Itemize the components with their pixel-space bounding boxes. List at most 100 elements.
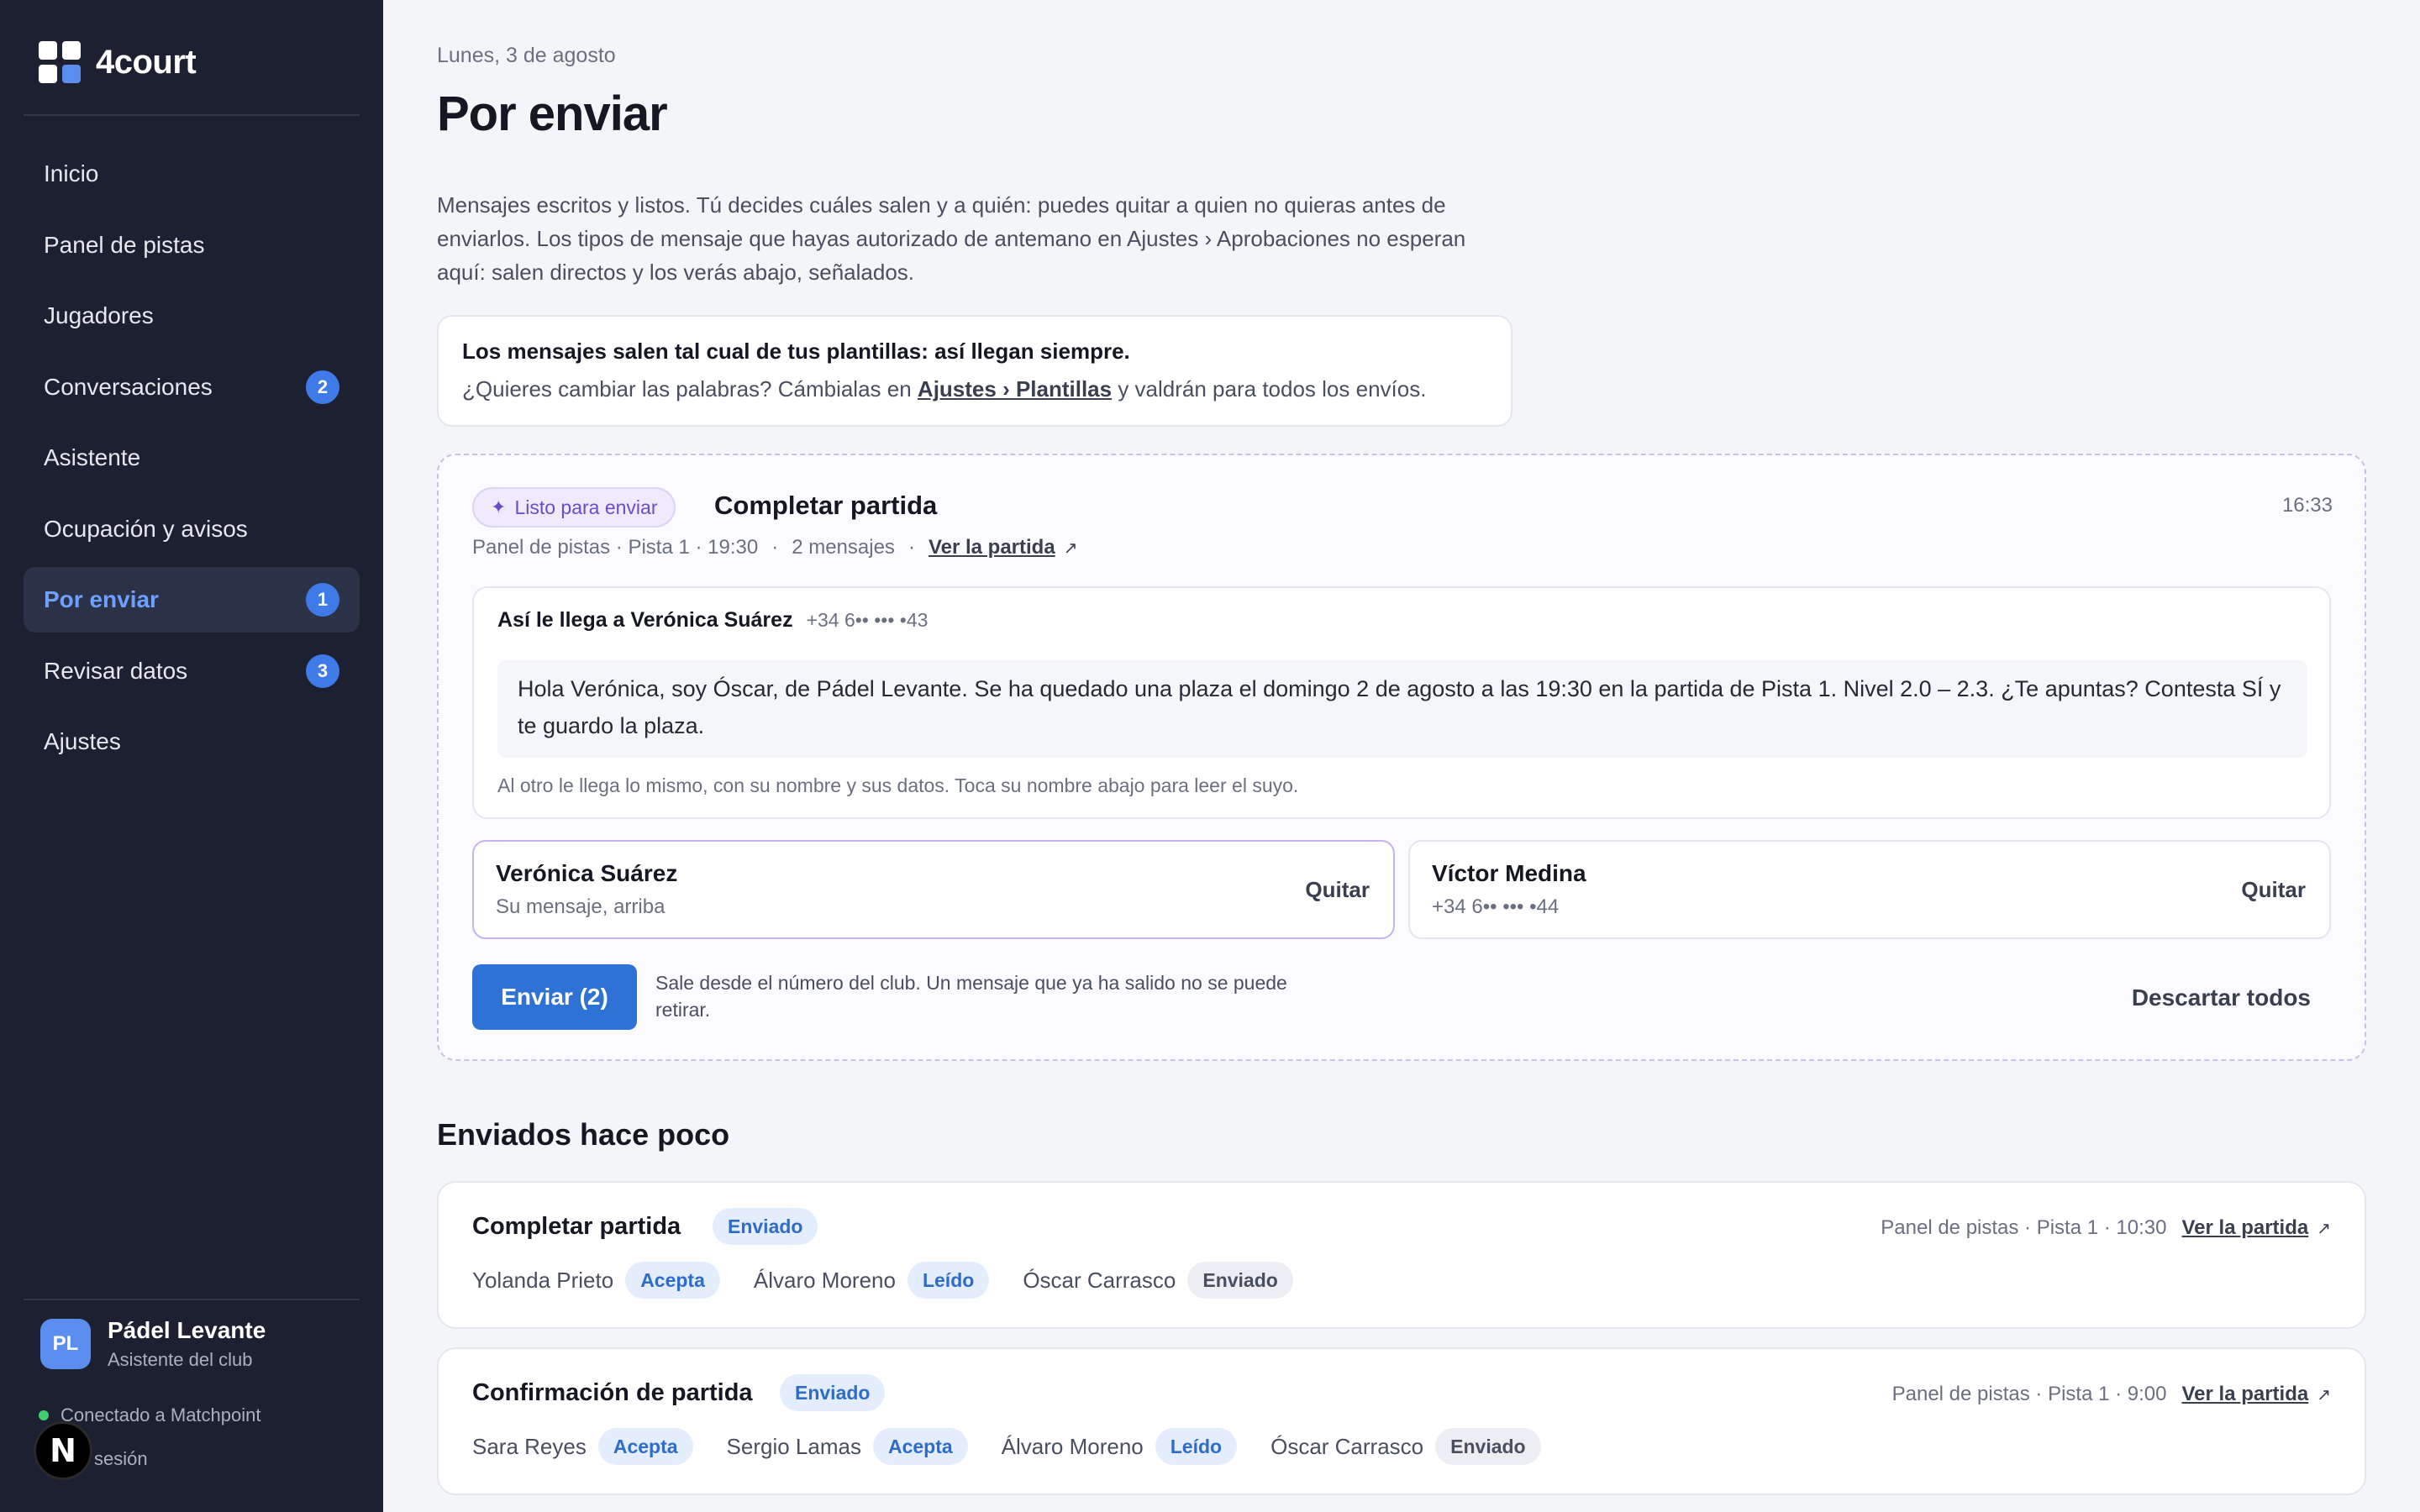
recipient-list: Sara Reyes Acepta Sergio Lamas Acepta Ál… (472, 1428, 1575, 1465)
status-badge: Acepta (597, 1428, 693, 1465)
send-note: Sale desde el número del club. Un mensaj… (655, 972, 1287, 1021)
sidebar: 4court Inicio Panel de pistas Jugadores … (0, 0, 383, 1512)
status-badge: Leído (1155, 1428, 1238, 1465)
pending-meta: Panel de pistas · Pista 1 · 19:30 · 2 me… (472, 536, 1077, 559)
preview-footnote: Al otro le llega lo mismo, con su nombre… (497, 774, 1299, 796)
sidebar-divider (24, 114, 360, 116)
recipient-name: Víctor Medina (1432, 860, 1586, 886)
list-item: Sara Reyes Acepta (472, 1428, 693, 1465)
sidebar-item-conversaciones[interactable]: Conversaciones 2 (24, 354, 360, 420)
count-badge: 1 (306, 583, 339, 617)
sidebar-item-label: Asistente (44, 444, 141, 470)
person-name: Yolanda Prieto (472, 1267, 614, 1293)
list-item: Sergio Lamas Acepta (727, 1428, 968, 1465)
sidebar-item-jugadores[interactable]: Jugadores (24, 283, 360, 349)
sidebar-item-inicio[interactable]: Inicio (24, 141, 360, 207)
count-badge: 3 (306, 654, 339, 688)
meta-separator: · (908, 536, 915, 559)
club-role: Asistente del club (108, 1349, 253, 1370)
person-name: Óscar Carrasco (1023, 1267, 1176, 1293)
sent-card: Confirmación de partida Enviado Panel de… (437, 1347, 2366, 1495)
sidebar-item-panel-de-pistas[interactable]: Panel de pistas (24, 213, 360, 278)
view-match-link[interactable]: Ver la partida (929, 536, 1055, 559)
page-title: Por enviar (437, 87, 668, 141)
note-text-before: ¿Quieres cambiar las palabras? Cámbialas… (462, 376, 918, 402)
remove-recipient-button[interactable]: Quitar (2241, 877, 2306, 903)
page-date: Lunes, 3 de agosto (437, 44, 616, 67)
sidebar-item-label: Ocupación y avisos (44, 515, 248, 542)
sidebar-item-label: Panel de pistas (44, 231, 205, 258)
sent-title: Confirmación de partida (472, 1379, 753, 1406)
meta-count: 2 mensajes (792, 536, 895, 559)
page-intro: Mensajes escritos y listos. Tú decides c… (437, 192, 1466, 285)
message-preview: Así le llega a Verónica Suárez +34 6•• ••… (472, 586, 2331, 819)
external-arrow-icon: ↗ (2317, 1219, 2331, 1238)
recipient-card[interactable]: Verónica Suárez Su mensaje, arriba Quita… (472, 840, 1395, 939)
send-button[interactable]: Enviar (2) (472, 964, 637, 1030)
person-name: Sergio Lamas (726, 1433, 861, 1459)
sidebar-item-label: Revisar datos (44, 657, 188, 684)
connection-label: Conectado a Matchpoint (60, 1404, 261, 1425)
status-label: Listo para enviar (514, 496, 658, 518)
logout-link[interactable]: sesión (94, 1448, 148, 1470)
sidebar-item-ocupacion-y-avisos[interactable]: Ocupación y avisos (24, 496, 360, 562)
club-name: Pádel Levante (108, 1317, 266, 1343)
recipient-list: Yolanda Prieto Acepta Álvaro Moreno Leíd… (472, 1262, 1327, 1299)
sidebar-item-label: Conversaciones (44, 373, 213, 400)
list-item: Álvaro Moreno Leído (754, 1262, 990, 1299)
preview-label: Así le llega a Verónica Suárez (497, 608, 793, 632)
person-name: Sara Reyes (472, 1433, 587, 1459)
sidebar-item-label: Por enviar (44, 586, 159, 612)
sent-title: Completar partida (472, 1213, 681, 1240)
sent-source: Panel de pistas · Pista 1 · 10:30 (1881, 1216, 2167, 1239)
list-item: Yolanda Prieto Acepta (472, 1262, 720, 1299)
status-badge: Enviado (1435, 1428, 1541, 1465)
view-match-link[interactable]: Ver la partida (2181, 1216, 2308, 1240)
sidebar-nav: Inicio Panel de pistas Jugadores Convers… (24, 141, 360, 780)
preview-phone: +34 6•• ••• •43 (806, 609, 929, 631)
discard-all-button[interactable]: Descartar todos (2132, 984, 2311, 1011)
sparkle-icon: ✦ (491, 496, 507, 517)
remove-recipient-button[interactable]: Quitar (1305, 877, 1370, 903)
sidebar-item-asistente[interactable]: Asistente (24, 425, 360, 491)
sent-meta: Panel de pistas · Pista 1 · 9:00 Ver la … (1892, 1383, 2331, 1406)
preview-header: Así le llega a Verónica Suárez +34 6•• ••… (497, 608, 928, 633)
message-body: Hola Verónica, soy Óscar, de Pádel Levan… (497, 660, 2307, 758)
note-text-after: y valdrán para todos los envíos. (1112, 376, 1427, 402)
status-badge: Enviado (713, 1208, 818, 1245)
person-name: Óscar Carrasco (1270, 1433, 1424, 1459)
external-arrow-icon: ↗ (1063, 538, 1078, 558)
meta-separator: · (771, 536, 779, 559)
status-dot-icon (39, 1410, 49, 1420)
sidebar-item-ajustes[interactable]: Ajustes (24, 709, 360, 774)
recipient-name: Verónica Suárez (496, 860, 678, 886)
recipient-card[interactable]: Víctor Medina +34 6•• ••• •44 Quitar (1408, 840, 2331, 939)
recipient-sub: Su mensaje, arriba (496, 895, 666, 918)
status-badge: Leído (907, 1262, 990, 1299)
brand[interactable]: 4court (39, 40, 197, 84)
external-arrow-icon: ↗ (2317, 1385, 2331, 1404)
sent-meta: Panel de pistas · Pista 1 · 10:30 Ver la… (1881, 1216, 2331, 1240)
club-profile[interactable]: PL Pádel Levante Asistente del club (40, 1317, 266, 1371)
recipient-sub: +34 6•• ••• •44 (1432, 895, 1560, 918)
sent-card: Completar partida Enviado Panel de pista… (437, 1181, 2366, 1329)
templates-link[interactable]: Ajustes › Plantillas (918, 376, 1112, 402)
status-badge: Enviado (1187, 1262, 1293, 1299)
avatar: PL (40, 1319, 91, 1369)
pending-time: 16:33 (2281, 494, 2333, 517)
sidebar-item-por-enviar[interactable]: Por enviar 1 (24, 567, 360, 633)
sidebar-item-label: Ajustes (44, 728, 121, 754)
status-badge: Enviado (780, 1374, 886, 1411)
note-heading: Los mensajes salen tal cual de tus plant… (462, 339, 1130, 364)
dev-tools-icon[interactable]: N (34, 1421, 92, 1480)
sidebar-item-label: Jugadores (44, 302, 154, 328)
sidebar-item-label: Inicio (44, 160, 99, 186)
sidebar-item-revisar-datos[interactable]: Revisar datos 3 (24, 638, 360, 704)
note-text: ¿Quieres cambiar las palabras? Cámbialas… (462, 376, 1487, 402)
view-match-link[interactable]: Ver la partida (2181, 1383, 2308, 1406)
status-badge: Acepta (872, 1428, 968, 1465)
status-badge: Acepta (625, 1262, 720, 1299)
count-badge: 2 (306, 370, 339, 404)
sidebar-divider (24, 1299, 360, 1300)
list-item: Álvaro Moreno Leído (1002, 1428, 1238, 1465)
